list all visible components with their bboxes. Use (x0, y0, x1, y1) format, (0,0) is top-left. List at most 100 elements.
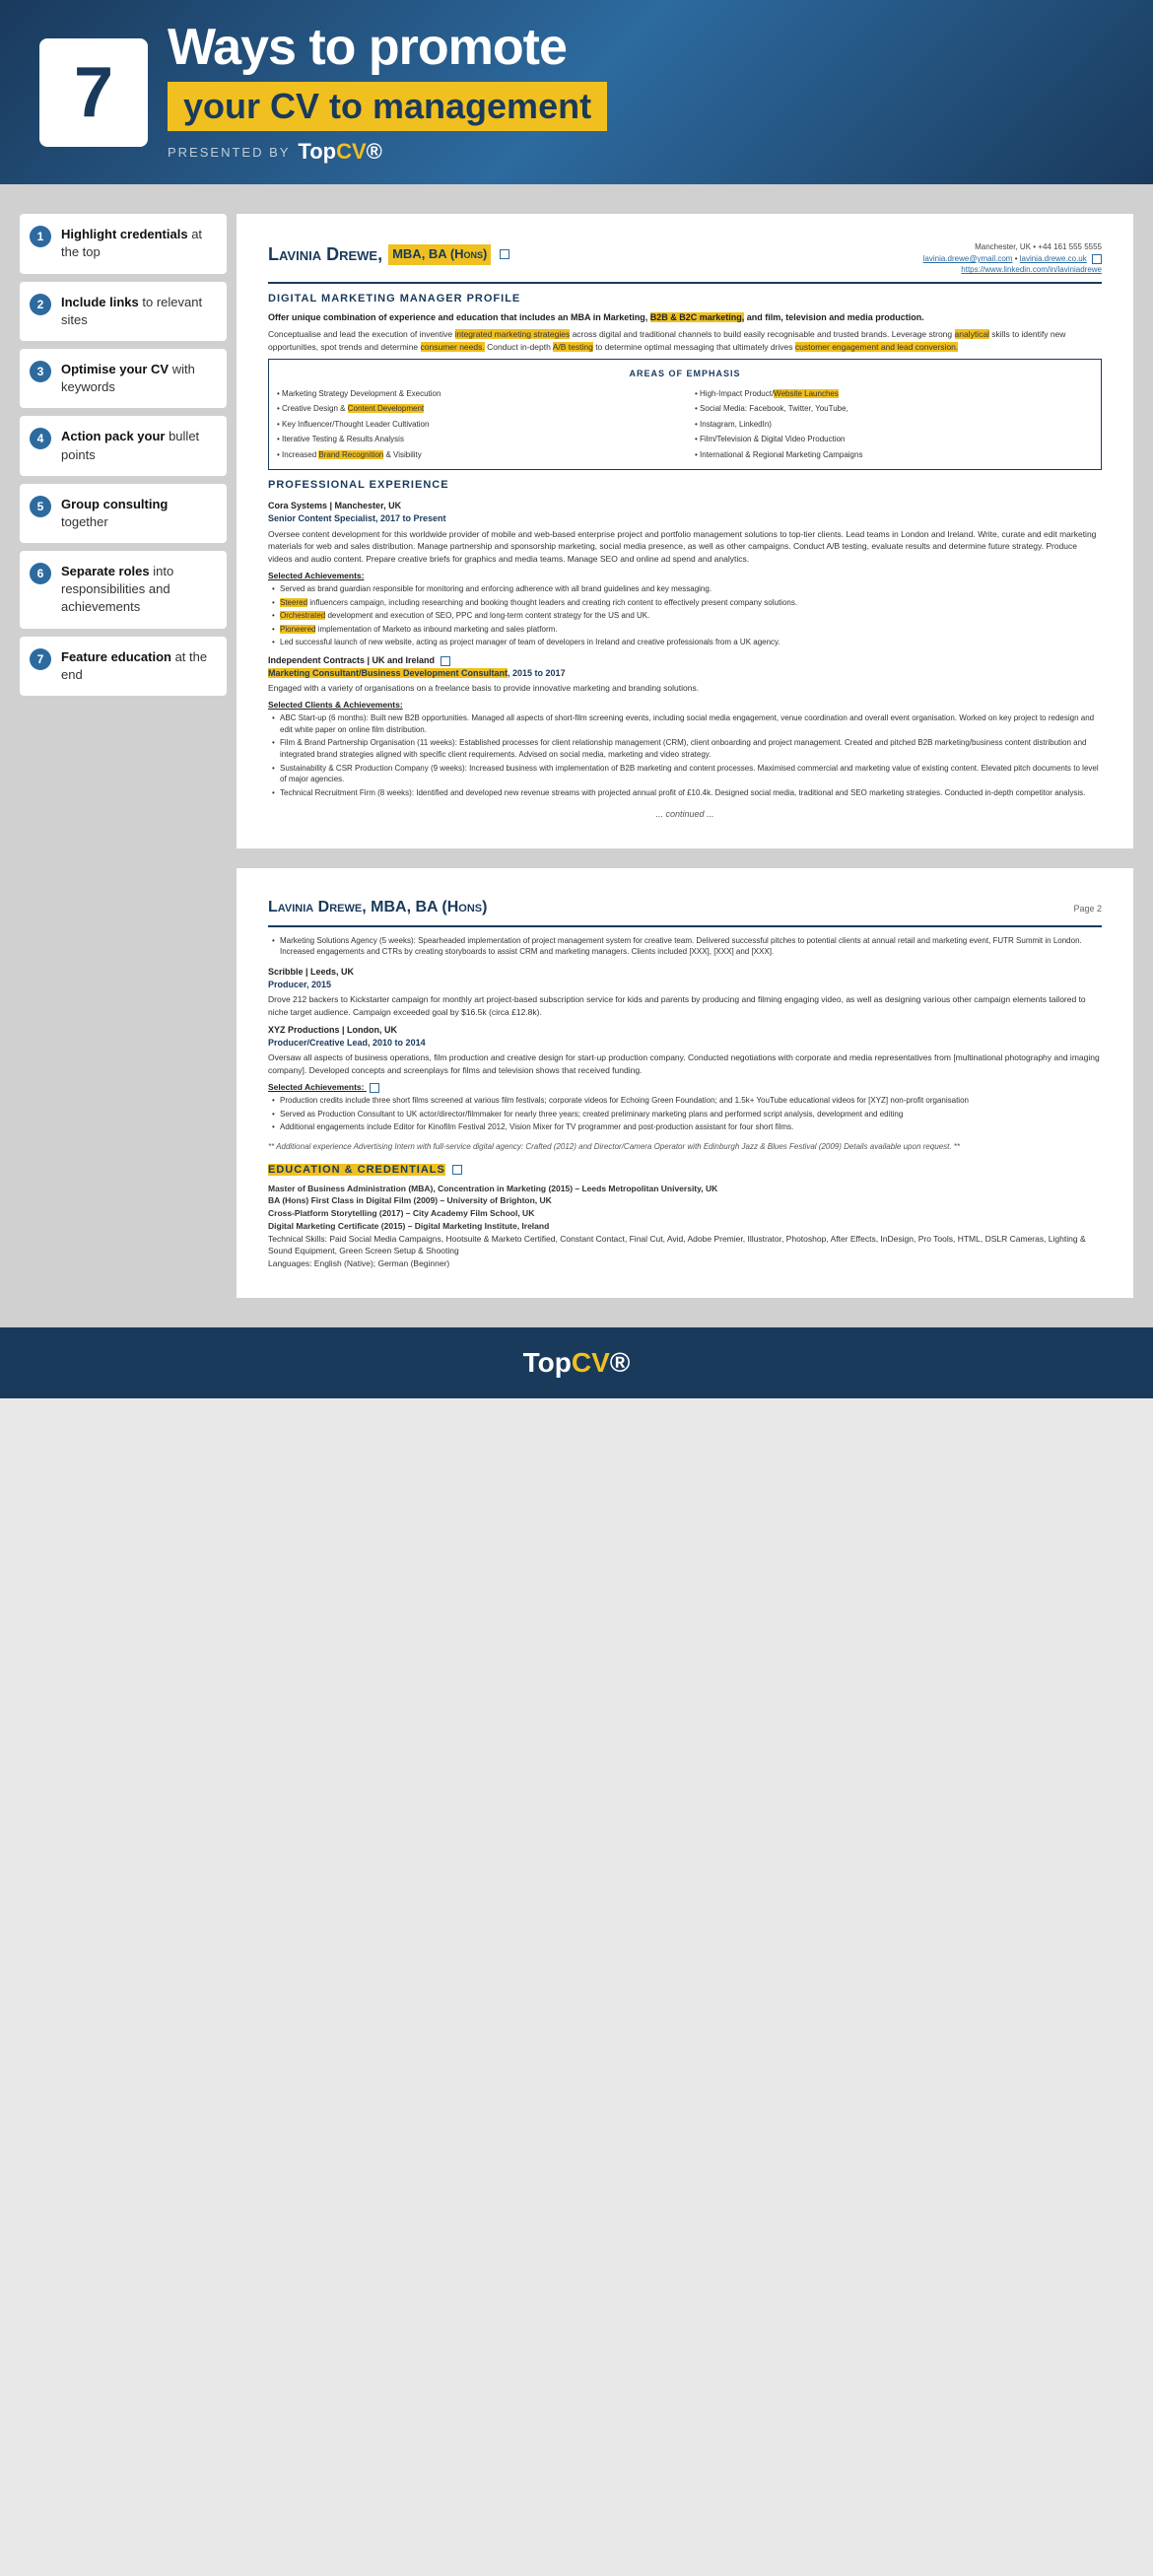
exp1-bullet-4: Pioneered implementation of Marketo as i… (268, 624, 1102, 636)
header-title: Ways to promote (168, 20, 1114, 76)
sidebar-item-5: 5 Group consulting together (20, 484, 227, 543)
exp1-achievements-title: Selected Achievements: (268, 570, 1102, 581)
cv-page-1: Lavinia Drewe, MBA, BA (Hons) Manchester… (237, 214, 1133, 848)
sidebar-text-6: Separate roles into responsibilities and… (61, 563, 217, 617)
sidebar-num-4: 4 (30, 428, 51, 449)
areas-grid: Areas of Emphasis Marketing Strategy Dev… (268, 359, 1102, 470)
area-item-9: Increased Brand Recognition & Visibility (277, 448, 675, 462)
sidebar-text-3: Optimise your CV with keywords (61, 361, 217, 396)
edu-item-5: Technical Skills: Paid Social Media Camp… (268, 1233, 1102, 1258)
scribble-desc: Drove 212 backers to Kickstarter campaig… (268, 993, 1102, 1019)
area-item-2: High-Impact Product/Website Launches (695, 387, 1093, 401)
cv-mba-badge: MBA, BA (Hons) (388, 244, 491, 265)
edu-item-3: Cross-Platform Storytelling (2017) – Cit… (268, 1207, 1102, 1220)
cv-name: Lavinia Drewe, (268, 241, 382, 267)
cv-profile-intro: Offer unique combination of experience a… (268, 311, 1102, 324)
cv-profile-body: Conceptualise and lead the execution of … (268, 328, 1102, 354)
sidebar-num-5: 5 (30, 496, 51, 517)
page2-bullet-1: Marketing Solutions Agency (5 weeks): Sp… (268, 935, 1102, 958)
exp2-bullet-1: ABC Start-up (6 months): Built new B2B o… (268, 712, 1102, 735)
presented-label: PRESENTED BY (168, 145, 290, 160)
topcv-logo: TopCV® (298, 139, 381, 165)
xyz-role: Producer/Creative Lead, 2010 to 2014 (268, 1037, 1102, 1050)
sidebar-text-7: Feature education at the end (61, 648, 217, 684)
exp2-link-icon (441, 656, 450, 666)
exp1-bullet-5: Led successful launch of new website, ac… (268, 637, 1102, 648)
xyz-bullet-1: Production credits include three short f… (268, 1095, 1102, 1107)
cv-page-2: Lavinia Drewe, MBA, BA (Hons) Page 2 Mar… (237, 868, 1133, 1297)
exp2-desc: Engaged with a variety of organisations … (268, 682, 1102, 695)
sidebar-item-1: 1 Highlight credentials at the top (20, 214, 227, 273)
cv-contact: Manchester, UK • +44 161 555 5555 lavini… (923, 241, 1102, 276)
cv-page2-header: Lavinia Drewe, MBA, BA (Hons) Page 2 (268, 896, 1102, 926)
footer: TopCV® (0, 1327, 1153, 1398)
cv-contact-line3: https://www.linkedin.com/in/laviniadrewe (923, 264, 1102, 276)
exp1-bullet-3: Orchestrated development and execution o… (268, 610, 1102, 622)
header: 7 Ways to promote your CV to management … (0, 0, 1153, 184)
scribble-role: Producer, 2015 (268, 979, 1102, 991)
exp1-bullet-1: Served as brand guardian responsible for… (268, 583, 1102, 595)
exp2-bullet-2: Film & Brand Partnership Organisation (1… (268, 737, 1102, 760)
exp1-desc: Oversee content development for this wor… (268, 528, 1102, 566)
area-item-5: Key Influencer/Thought Leader Cultivatio… (277, 418, 675, 432)
number-badge: 7 (39, 38, 148, 147)
area-item-3: Creative Design & Content Development (277, 402, 675, 416)
sidebar: 1 Highlight credentials at the top 2 Inc… (20, 214, 237, 1298)
exp2-bullet-4: Technical Recruitment Firm (8 weeks): Id… (268, 787, 1102, 799)
exp2-company: Independent Contracts | UK and Ireland (268, 655, 435, 665)
xyz-company: XYZ Productions | London, UK (268, 1024, 1102, 1037)
sidebar-num-1: 1 (30, 226, 51, 247)
exp1-role: Senior Content Specialist, 2017 to Prese… (268, 512, 1102, 525)
email-icon (1092, 254, 1102, 264)
cv-profile-title: Digital Marketing Manager Profile (268, 292, 1102, 307)
header-subtitle-bar: your CV to management (168, 82, 607, 131)
sidebar-num-6: 6 (30, 563, 51, 584)
areas-title: Areas of Emphasis (277, 368, 1093, 380)
cv-page2-num: Page 2 (1073, 903, 1102, 915)
sidebar-item-6: 6 Separate roles into responsibilities a… (20, 551, 227, 629)
exp1-bullet-2: Steered influencers campaign, including … (268, 597, 1102, 609)
header-text-block: Ways to promote your CV to management PR… (168, 20, 1114, 165)
additional-note: ** Additional experience Advertising Int… (268, 1141, 1102, 1153)
cv-area: Lavinia Drewe, MBA, BA (Hons) Manchester… (237, 214, 1133, 1298)
edu-item-1: Master of Business Administration (MBA),… (268, 1183, 1102, 1195)
sidebar-item-3: 3 Optimise your CV with keywords (20, 349, 227, 408)
xyz-achievements-title: Selected Achievements: (268, 1081, 1102, 1093)
area-item-7: Iterative Testing & Results Analysis (277, 433, 675, 446)
sidebar-item-4: 4 Action pack your bullet points (20, 416, 227, 475)
sidebar-text-5: Group consulting together (61, 496, 217, 531)
exp2-role: Marketing Consultant/Business Developmen… (268, 667, 1102, 680)
edu-title: Education & Credentials (268, 1163, 1102, 1179)
scribble-company: Scribble | Leeds, UK (268, 966, 1102, 979)
sidebar-text-1: Highlight credentials at the top (61, 226, 217, 261)
sidebar-text-4: Action pack your bullet points (61, 428, 217, 463)
sidebar-num-2: 2 (30, 294, 51, 315)
edu-item-6: Languages: English (Native); German (Beg… (268, 1257, 1102, 1270)
exp2-achievements-title: Selected Clients & Achievements: (268, 699, 1102, 711)
exp2-bullet-3: Sustainability & CSR Production Company … (268, 763, 1102, 785)
edu-item-4: Digital Marketing Certificate (2015) – D… (268, 1220, 1102, 1233)
area-item-10: International & Regional Marketing Campa… (695, 448, 1093, 462)
cv-header-name: Lavinia Drewe, MBA, BA (Hons) (268, 241, 509, 267)
main-content: 1 Highlight credentials at the top 2 Inc… (0, 184, 1153, 1327)
sidebar-item-2: 2 Include links to relevant sites (20, 282, 227, 341)
cv-name-block: Lavinia Drewe, MBA, BA (Hons) (268, 241, 509, 267)
sidebar-text-2: Include links to relevant sites (61, 294, 217, 329)
xyz-link-icon (370, 1083, 379, 1093)
xyz-desc: Oversaw all aspects of business operatio… (268, 1051, 1102, 1077)
cv-top-row: Lavinia Drewe, MBA, BA (Hons) Manchester… (268, 241, 1102, 284)
linkedin-icon (500, 249, 509, 259)
cv-exp-title: Professional Experience (268, 478, 1102, 494)
xyz-bullet-3: Additional engagements include Editor fo… (268, 1121, 1102, 1133)
area-item-6: Instagram, LinkedIn) (695, 418, 1093, 432)
header-subtitle: your CV to management (183, 86, 591, 126)
area-item-1: Marketing Strategy Development & Executi… (277, 387, 675, 401)
edu-link-icon (452, 1165, 462, 1175)
cv-contact-line1: Manchester, UK • +44 161 555 5555 (923, 241, 1102, 253)
footer-logo: TopCV® (20, 1347, 1133, 1379)
continued: ... continued ... (268, 808, 1102, 821)
cv-contact-line2: lavinia.drewe@ymail.com • lavinia.drewe.… (923, 253, 1102, 265)
edu-item-2: BA (Hons) First Class in Digital Film (2… (268, 1194, 1102, 1207)
exp1-company: Cora Systems | Manchester, UK (268, 500, 1102, 512)
sidebar-num-3: 3 (30, 361, 51, 382)
